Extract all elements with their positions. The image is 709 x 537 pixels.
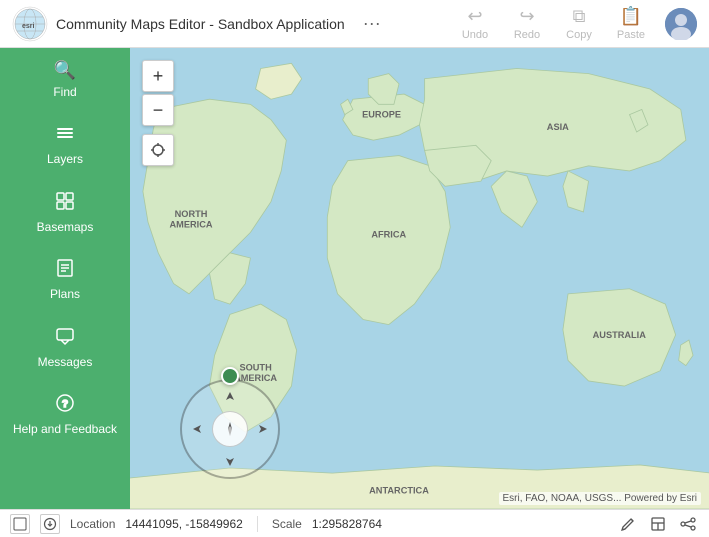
redo-icon: ↪ <box>519 6 534 27</box>
zoom-out-button[interactable]: − <box>142 94 174 126</box>
toolbar-actions: ↩ Undo ↪ Redo ⧉ Copy 📋 Paste <box>457 6 697 41</box>
help-icon: ? <box>55 393 75 418</box>
esri-logo-icon: esri <box>12 6 48 42</box>
status-grid-icon[interactable] <box>10 514 30 534</box>
sidebar-item-basemaps[interactable]: Basemaps <box>0 179 130 246</box>
sidebar-label-basemaps: Basemaps <box>37 220 94 234</box>
svg-text:AFRICA: AFRICA <box>371 230 406 240</box>
compass-outer <box>180 379 280 479</box>
compass-down-icon <box>224 455 236 467</box>
compass-center[interactable] <box>212 411 248 447</box>
plans-icon <box>55 258 75 283</box>
paste-icon: 📋 <box>620 6 642 27</box>
locate-button[interactable] <box>142 134 174 166</box>
svg-text:esri: esri <box>22 23 35 30</box>
app-title: Community Maps Editor - Sandbox Applicat… <box>56 16 345 32</box>
share-icon <box>680 516 696 532</box>
compass-up-button[interactable] <box>220 387 240 407</box>
svg-text:ANTARCTICA: ANTARCTICA <box>369 486 429 496</box>
table-icon <box>650 516 666 532</box>
sidebar-label-layers: Layers <box>47 152 83 166</box>
sidebar-label-find: Find <box>53 85 76 99</box>
find-icon: 🔍 <box>54 60 76 81</box>
status-download-icon[interactable] <box>40 514 60 534</box>
location-value: 14441095, -15849962 <box>125 517 242 531</box>
topbar: esri Community Maps Editor - Sandbox App… <box>0 0 709 48</box>
locate-icon <box>150 142 166 158</box>
compass-north-icon <box>221 420 239 438</box>
svg-text:NORTH: NORTH <box>175 209 208 219</box>
grid-icon <box>13 517 27 531</box>
paste-button[interactable]: 📋 Paste <box>613 6 649 41</box>
svg-text:SOUTH: SOUTH <box>239 363 272 373</box>
app-logo[interactable]: esri <box>12 6 48 42</box>
zoom-in-button[interactable]: + <box>142 60 174 92</box>
layers-icon <box>55 123 75 148</box>
svg-text:AUSTRALIA: AUSTRALIA <box>593 330 647 340</box>
svg-text:?: ? <box>62 399 68 410</box>
compass-left-icon <box>192 423 204 435</box>
sidebar-item-find[interactable]: 🔍 Find <box>0 48 130 111</box>
sidebar-label-plans: Plans <box>50 287 80 301</box>
messages-icon <box>55 326 75 351</box>
status-edit-icon[interactable] <box>617 513 639 535</box>
status-share-icon[interactable] <box>677 513 699 535</box>
sidebar-item-layers[interactable]: Layers <box>0 111 130 178</box>
svg-text:EUROPE: EUROPE <box>362 110 401 120</box>
undo-label: Undo <box>462 29 488 41</box>
sidebar: 🔍 Find Layers Basema <box>0 48 130 509</box>
svg-text:ASIA: ASIA <box>547 122 569 132</box>
main-area: 🔍 Find Layers Basema <box>0 48 709 509</box>
compass-right-icon <box>256 423 268 435</box>
download-icon <box>43 517 57 531</box>
paste-label: Paste <box>617 29 645 41</box>
undo-icon: ↩ <box>467 6 482 27</box>
map-background: NORTH AMERICA EUROPE ASIA AFRICA SOUTH A… <box>130 48 709 509</box>
location-label: Location <box>70 517 115 531</box>
redo-button[interactable]: ↪ Redo <box>509 6 545 41</box>
user-avatar[interactable] <box>665 8 697 40</box>
scale-label: Scale <box>272 517 302 531</box>
map-attribution: Esri, FAO, NOAA, USGS... Powered by Esri <box>499 492 702 505</box>
map-container[interactable]: NORTH AMERICA EUROPE ASIA AFRICA SOUTH A… <box>130 48 709 509</box>
status-right-icons <box>617 513 699 535</box>
compass-handle[interactable] <box>221 367 239 385</box>
svg-text:AMERICA: AMERICA <box>170 219 213 229</box>
sidebar-label-messages: Messages <box>38 355 93 369</box>
compass-right-button[interactable] <box>252 419 272 439</box>
compass-widget[interactable] <box>180 379 280 479</box>
sidebar-item-help[interactable]: ? Help and Feedback <box>0 381 130 448</box>
status-divider-1 <box>257 516 258 532</box>
scale-value: 1:295828764 <box>312 517 382 531</box>
redo-label: Redo <box>514 29 540 41</box>
compass-left-button[interactable] <box>188 419 208 439</box>
copy-label: Copy <box>566 29 592 41</box>
sidebar-label-help: Help and Feedback <box>13 422 117 436</box>
statusbar: Location 14441095, -15849962 Scale 1:295… <box>0 509 709 537</box>
undo-button[interactable]: ↩ Undo <box>457 6 493 41</box>
copy-icon: ⧉ <box>573 6 586 27</box>
basemaps-icon <box>55 191 75 216</box>
copy-button[interactable]: ⧉ Copy <box>561 6 597 41</box>
avatar-icon <box>665 8 697 40</box>
compass-up-icon <box>224 391 236 403</box>
sidebar-item-messages[interactable]: Messages <box>0 314 130 381</box>
edit-icon <box>620 516 636 532</box>
compass-down-button[interactable] <box>220 451 240 471</box>
status-table-icon[interactable] <box>647 513 669 535</box>
sidebar-item-plans[interactable]: Plans <box>0 246 130 313</box>
more-button[interactable]: ··· <box>357 11 387 36</box>
map-toolbar: + − <box>142 60 174 166</box>
